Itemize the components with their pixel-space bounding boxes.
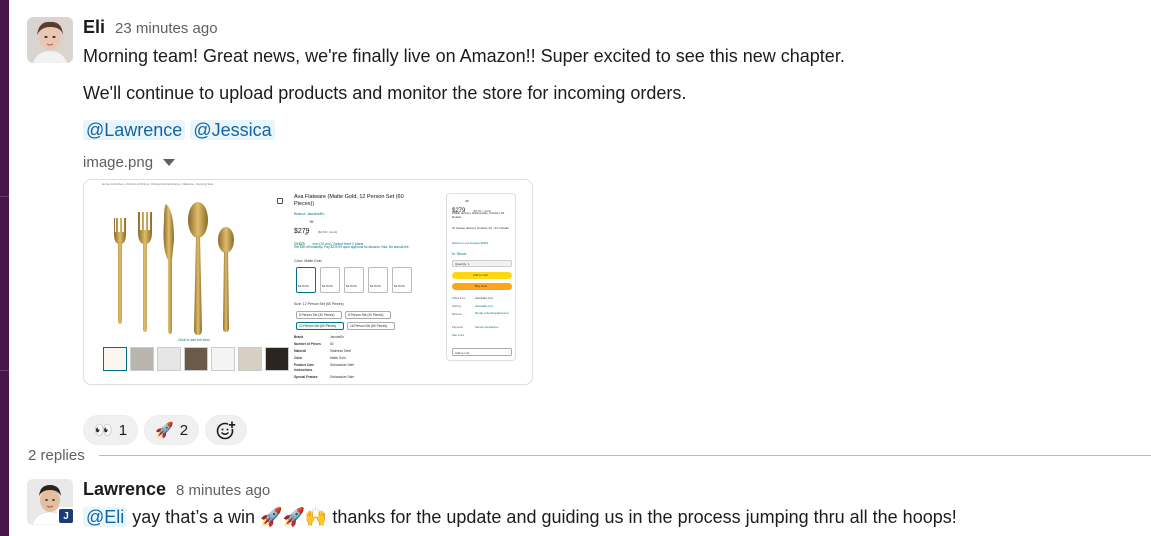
divider-line: [98, 454, 1151, 456]
mention-jessica[interactable]: @Jessica: [190, 120, 275, 140]
reply-timestamp[interactable]: 8 minutes ago: [176, 482, 270, 499]
buy-now-button[interactable]: Buy Now: [452, 283, 512, 290]
see-more-link[interactable]: See more: [452, 333, 464, 338]
stock-status: In Stock: [452, 251, 467, 256]
variant-swatch[interactable]: $279.00: [368, 267, 388, 293]
reaction-count: 1: [118, 421, 128, 439]
size-option[interactable]: 8 Person Set (40 Pieces): [345, 311, 391, 319]
returns-label: Returns: [452, 312, 462, 316]
attachment-filename[interactable]: image.png: [83, 154, 153, 171]
mentions-line: @Lawrence @Jessica: [83, 117, 1151, 143]
product-thumbnail[interactable]: [157, 347, 181, 371]
thread-replies-divider: 2 replies: [28, 446, 1151, 464]
add-to-cart-button[interactable]: Add to Cart: [452, 272, 512, 279]
sold-by-link[interactable]: JacobsEn LLC: [475, 304, 493, 309]
replies-count[interactable]: 2 replies: [28, 447, 85, 464]
quantity-select[interactable]: Quantity: 1: [452, 260, 512, 267]
mention-lawrence[interactable]: @Lawrence: [83, 120, 186, 140]
variant-swatch[interactable]: $279.00: [296, 267, 316, 293]
chevron-down-icon[interactable]: [163, 158, 176, 166]
variant-swatch[interactable]: $279.00: [320, 267, 340, 293]
attachment-image[interactable]: Home & Kitchen › Kitchen & Dining › Dini…: [83, 179, 533, 385]
reaction-count: 2: [179, 421, 189, 439]
workspace-sidebar-edge: [0, 0, 9, 536]
size-option-selected[interactable]: 12 Person Set (60 Pieces): [296, 322, 344, 330]
buybox-fastest: Or fastest delivery October 23 - 24. Det…: [452, 226, 509, 230]
payment-label: Payment: [452, 325, 464, 329]
reactions-bar: 👀 1 🚀 2: [83, 415, 248, 445]
payment-link[interactable]: Secure transaction: [475, 325, 498, 330]
product-thumbnail[interactable]: [184, 347, 208, 371]
status-badge: J: [57, 507, 75, 525]
variant-swatch[interactable]: $279.00: [392, 267, 412, 293]
reply-text: @Eli yay that’s a win 🚀🚀🙌 thanks for the…: [83, 504, 1151, 530]
product-breadcrumb: Home & Kitchen › Kitchen & Dining › Dini…: [102, 182, 214, 186]
deliver-to-link[interactable]: Deliver to Los Angeles 90001: [452, 241, 488, 246]
message-line-1: Morning team! Great news, we're finally …: [83, 46, 845, 66]
eyes-icon: 👀: [94, 422, 113, 439]
rocket-icon: 🚀: [155, 422, 174, 439]
variant-swatch[interactable]: $279.00: [344, 267, 364, 293]
attachment-header: image.png: [83, 151, 1151, 173]
reply-author[interactable]: Lawrence: [83, 479, 166, 500]
reaction-eyes[interactable]: 👀 1: [83, 415, 139, 445]
click-full-view-link[interactable]: Click to see full view: [178, 338, 210, 343]
message-line-2: We'll continue to upload products and mo…: [83, 83, 687, 103]
size-label: Size: 12 Person Set (60 Pieces): [294, 302, 344, 306]
color-label: Color: Matte Gold: [294, 259, 322, 263]
reply-text-before: yay that’s a win: [132, 507, 256, 527]
size-option[interactable]: 8 Person Set (30 Pieces): [296, 311, 342, 319]
message-timestamp[interactable]: 23 minutes ago: [115, 20, 218, 37]
flatware-main-image: [114, 202, 234, 335]
add-emoji-icon: [216, 421, 237, 440]
share-icon[interactable]: [277, 198, 283, 204]
add-reaction-button[interactable]: [205, 415, 248, 445]
buybox-delivery: FREE delivery Wednesday, October 29. Det…: [452, 211, 505, 220]
product-title: Ava Flatware (Matte Gold, 12 Person Set …: [294, 194, 404, 207]
size-option[interactable]: 16 Person Set (80 Pieces): [347, 322, 395, 330]
ships-from-value: JacobsEn LLC: [475, 296, 494, 300]
add-to-list-button[interactable]: Add to List: [452, 348, 512, 356]
buy-box: $27999 ($3.69 / count) FREE delivery Wed…: [446, 193, 516, 361]
avatar[interactable]: [27, 17, 73, 63]
product-brand-link[interactable]: Brand: JacobsEn: [294, 211, 324, 216]
product-thumbnail[interactable]: [265, 347, 289, 371]
reaction-rocket[interactable]: 🚀 2: [144, 415, 200, 445]
promo-text[interactable]: Get $50 off instantly: Pay $229.99 upon …: [294, 245, 444, 250]
returns-link[interactable]: 30-day refund/replacement: [475, 311, 513, 316]
sold-by-label: Sold by: [452, 304, 462, 308]
product-thumbnail[interactable]: [238, 347, 262, 371]
product-thumbnail[interactable]: [103, 347, 127, 371]
mention-eli[interactable]: @Eli: [83, 507, 128, 527]
product-thumbnail[interactable]: [211, 347, 235, 371]
ships-from-label: Ships from: [452, 296, 466, 300]
rocket-raised-hands-icons: 🚀🚀🙌: [260, 507, 328, 527]
reply-text-after: thanks for the update and guiding us in …: [332, 507, 957, 527]
product-thumbnail[interactable]: [130, 347, 154, 371]
message-author[interactable]: Eli: [83, 17, 105, 38]
